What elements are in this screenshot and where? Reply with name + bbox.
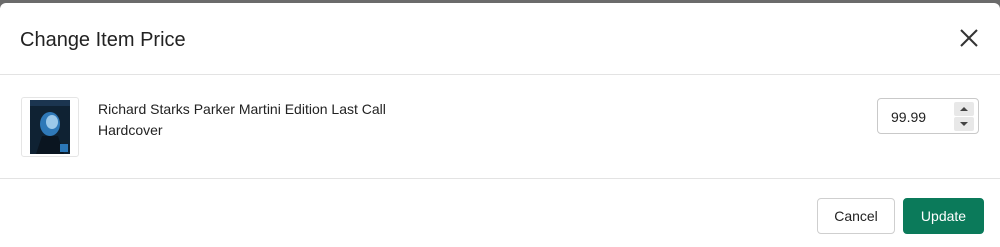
close-button[interactable] [958, 27, 980, 49]
price-input[interactable]: 99.99 [877, 98, 979, 134]
item-thumbnail [21, 97, 79, 157]
close-icon [960, 29, 978, 47]
increment-button[interactable] [954, 102, 974, 116]
chevron-down-icon [960, 122, 968, 126]
dialog-header: Change Item Price [0, 3, 1000, 75]
decrement-button[interactable] [954, 117, 974, 131]
book-cover-image [30, 100, 70, 154]
item-format: Hardcover [98, 122, 163, 138]
update-button[interactable]: Update [903, 198, 984, 234]
change-price-dialog: Change Item Price Richard Starks Parker … [0, 3, 1000, 247]
dialog-body: Richard Starks Parker Martini Edition La… [0, 75, 1000, 179]
price-value[interactable]: 99.99 [891, 108, 926, 126]
cancel-button[interactable]: Cancel [817, 198, 895, 234]
dialog-title: Change Item Price [20, 29, 186, 51]
chevron-up-icon [960, 107, 968, 111]
item-title: Richard Starks Parker Martini Edition La… [98, 101, 386, 117]
